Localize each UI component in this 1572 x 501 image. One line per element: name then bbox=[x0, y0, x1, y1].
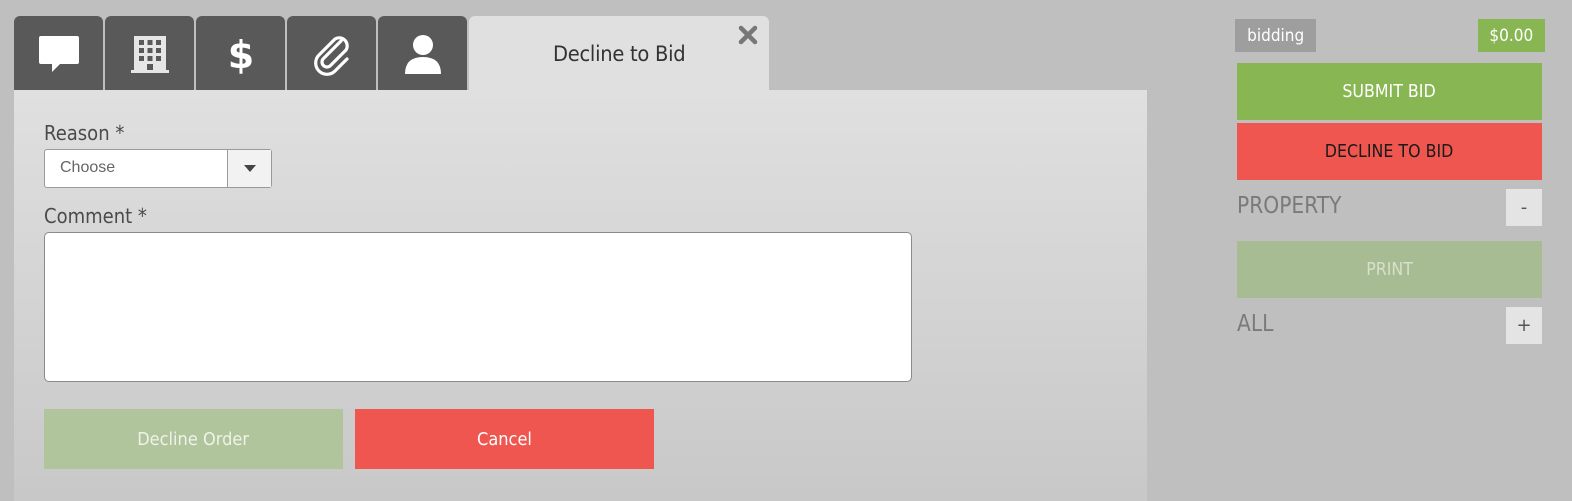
reason-select-value: Choose bbox=[60, 159, 116, 176]
decline-to-bid-button[interactable]: DECLINE TO BID bbox=[1237, 123, 1542, 180]
decline-form-panel: Reason * Choose Comment * Decline Order … bbox=[14, 90, 1147, 501]
status-badge: bidding bbox=[1235, 19, 1316, 52]
property-collapse-button[interactable]: - bbox=[1506, 189, 1542, 226]
tab-pricing[interactable]: $ bbox=[196, 16, 285, 91]
comment-textarea[interactable] bbox=[44, 232, 912, 382]
print-label: PRINT bbox=[1366, 259, 1413, 280]
submit-bid-label: SUBMIT BID bbox=[1342, 81, 1437, 102]
tab-contact[interactable] bbox=[378, 16, 467, 91]
close-icon[interactable] bbox=[737, 24, 759, 46]
reason-select[interactable]: Choose bbox=[44, 149, 272, 188]
amount-badge: $0.00 bbox=[1478, 19, 1545, 52]
user-icon bbox=[404, 34, 441, 74]
reason-label: Reason * bbox=[44, 121, 125, 145]
cancel-label: Cancel bbox=[477, 428, 532, 450]
dropdown-button[interactable] bbox=[227, 150, 271, 187]
amount-text: $0.00 bbox=[1489, 25, 1534, 46]
submit-bid-button[interactable]: SUBMIT BID bbox=[1237, 63, 1542, 120]
tab-property[interactable] bbox=[105, 16, 194, 91]
tab-messages[interactable] bbox=[14, 16, 103, 91]
caret-down-icon bbox=[243, 165, 256, 172]
decline-order-button[interactable]: Decline Order bbox=[44, 409, 343, 469]
tab-decline-to-bid[interactable]: Decline to Bid bbox=[469, 16, 769, 91]
svg-text:$: $ bbox=[227, 33, 253, 76]
all-expand-button[interactable]: + bbox=[1506, 307, 1542, 344]
speech-bubble-icon bbox=[38, 35, 79, 72]
decline-order-label: Decline Order bbox=[137, 428, 250, 450]
status-text: bidding bbox=[1246, 25, 1305, 46]
tab-attachments[interactable] bbox=[287, 16, 376, 91]
decline-to-bid-label: DECLINE TO BID bbox=[1325, 141, 1454, 162]
tab-title: Decline to Bid bbox=[552, 41, 686, 66]
print-button[interactable]: PRINT bbox=[1237, 241, 1542, 298]
comment-label: Comment * bbox=[44, 204, 147, 228]
paperclip-icon bbox=[313, 35, 349, 76]
cancel-button[interactable]: Cancel bbox=[355, 409, 654, 469]
all-section-label: ALL bbox=[1237, 311, 1274, 337]
property-section-label: PROPERTY bbox=[1237, 193, 1342, 219]
building-icon bbox=[130, 35, 169, 73]
dollar-icon: $ bbox=[227, 33, 253, 76]
